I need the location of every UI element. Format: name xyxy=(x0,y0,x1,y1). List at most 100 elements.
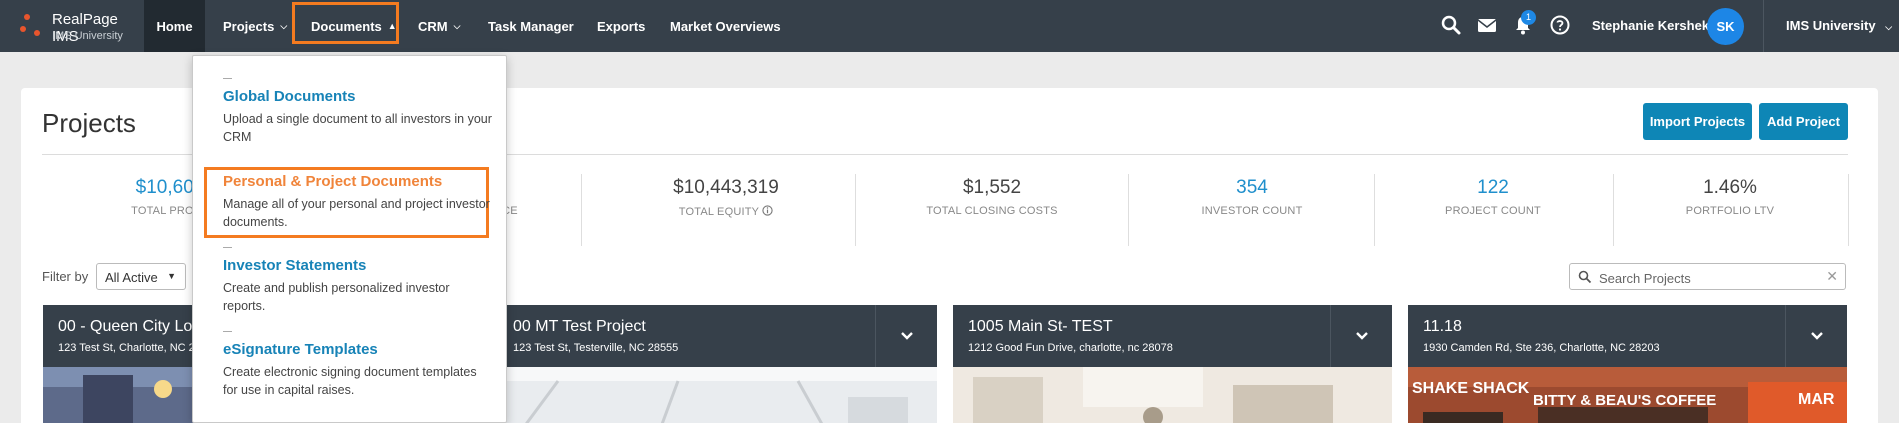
expand-button[interactable] xyxy=(875,305,937,367)
stat-divider xyxy=(1613,174,1614,246)
filter-value: All Active xyxy=(105,270,158,285)
nav-market-overviews[interactable]: Market Overviews xyxy=(670,0,781,52)
stat-value: $1,552 xyxy=(962,177,1022,198)
project-image[interactable] xyxy=(498,367,937,423)
stat-label: PROJECT COUNT xyxy=(1445,205,1541,217)
nav-crm-label: CRM xyxy=(418,18,448,34)
nav-projects[interactable]: Projects ⌵ xyxy=(223,0,287,52)
project-address: 123 Test St, Testerville, NC 28555 xyxy=(513,342,679,354)
stat-label-text: TOTAL EQUITY xyxy=(678,206,759,218)
stat-value: 354 xyxy=(1236,177,1268,198)
chevron-down-icon xyxy=(1810,332,1823,340)
search-icon[interactable] xyxy=(1440,14,1462,36)
chevron-down-icon xyxy=(1355,332,1368,340)
info-icon[interactable] xyxy=(762,205,773,216)
documents-highlight-box xyxy=(292,2,399,44)
page-title: Projects xyxy=(42,108,136,138)
menu-item-title: Personal & Project Documents xyxy=(223,173,443,190)
mail-icon[interactable] xyxy=(1476,14,1498,36)
stat-project-count: 122 PROJECT COUNT xyxy=(1393,174,1593,236)
project-address: 123 Test St, Charlotte, NC 2 xyxy=(58,342,195,354)
project-image[interactable]: SHAKE SHACK BITTY & BEAU'S COFFEE MAR xyxy=(1408,367,1847,423)
menu-separator xyxy=(223,247,232,248)
add-project-button[interactable]: Add Project xyxy=(1759,103,1848,140)
project-name[interactable]: 00 MT Test Project xyxy=(513,318,646,336)
brand-logo[interactable]: RealPage IMS IMS University xyxy=(0,0,144,52)
store-sign: MAR xyxy=(1798,391,1835,408)
brand-subtitle: IMS University xyxy=(52,30,123,42)
project-name[interactable]: 00 - Queen City Lo xyxy=(58,318,192,336)
search-projects-field[interactable]: Search Projects ✕ xyxy=(1569,263,1846,290)
menu-item-esignature-templates[interactable]: eSignature Templates Create electronic s… xyxy=(223,341,493,399)
project-card[interactable]: 11.18 1930 Camden Rd, Ste 236, Charlotte… xyxy=(1408,305,1847,423)
menu-item-title: Global Documents xyxy=(223,88,356,105)
menu-separator xyxy=(223,78,232,79)
menu-item-title: Investor Statements xyxy=(223,257,367,274)
store-sign: BITTY & BEAU'S COFFEE xyxy=(1533,392,1716,409)
project-address: 1212 Good Fun Drive, charlotte, nc 28078 xyxy=(968,342,1173,354)
chevron-down-icon: ⌵ xyxy=(453,20,461,31)
nav-projects-label: Projects xyxy=(223,18,275,34)
chevron-down-icon: ⌵ xyxy=(1885,22,1893,32)
org-switcher[interactable]: IMS University ⌵ xyxy=(1786,18,1892,33)
filter-select[interactable]: All Active ▼ xyxy=(96,263,186,290)
chevron-down-icon: ⌵ xyxy=(280,20,288,31)
stat-label: TOTAL EQUITY xyxy=(626,205,826,218)
project-image[interactable] xyxy=(953,367,1392,423)
stat-divider xyxy=(581,174,582,246)
stat-portfolio-ltv: 1.46% PORTFOLIO LTV xyxy=(1630,174,1830,236)
menu-item-desc: Create and publish personalized investor… xyxy=(223,281,450,313)
expand-button[interactable] xyxy=(1330,305,1392,367)
store-sign: SHAKE SHACK xyxy=(1412,380,1530,397)
project-card[interactable]: 1005 Main St- TEST 1212 Good Fun Drive, … xyxy=(953,305,1392,423)
menu-item-desc: Manage all of your personal and project … xyxy=(223,197,490,229)
clear-icon[interactable]: ✕ xyxy=(1826,268,1838,285)
chevron-down-icon xyxy=(900,332,913,340)
stat-investor-count: 354 INVESTOR COUNT xyxy=(1152,174,1352,236)
menu-item-desc: Upload a single document to all investor… xyxy=(223,112,492,144)
stat-total-closing-costs: $1,552 TOTAL CLOSING COSTS xyxy=(892,174,1092,236)
nav-exports[interactable]: Exports xyxy=(597,0,645,52)
project-card-header: 00 MT Test Project 123 Test St, Testervi… xyxy=(498,305,937,367)
menu-separator xyxy=(223,331,232,332)
stat-label: TOTAL CLOSING COSTS xyxy=(926,205,1058,217)
project-name[interactable]: 11.18 xyxy=(1423,318,1462,336)
stat-divider xyxy=(1128,174,1129,246)
stat-divider xyxy=(1374,174,1375,246)
help-icon[interactable] xyxy=(1549,14,1571,36)
nav-divider xyxy=(1763,0,1764,52)
stat-label: PORTFOLIO LTV xyxy=(1685,205,1775,217)
project-card[interactable]: 00 MT Test Project 123 Test St, Testervi… xyxy=(498,305,937,423)
stat-value: 122 xyxy=(1477,177,1509,198)
menu-item-investor-statements[interactable]: Investor Statements Create and publish p… xyxy=(223,257,493,315)
project-card-header: 11.18 1930 Camden Rd, Ste 236, Charlotte… xyxy=(1408,305,1847,367)
menu-item-title: eSignature Templates xyxy=(223,341,378,358)
user-name[interactable]: Stephanie Kershek xyxy=(1592,18,1709,33)
expand-button[interactable] xyxy=(1785,305,1847,367)
search-placeholder: Search Projects xyxy=(1599,271,1691,286)
realpage-logo-icon xyxy=(20,14,48,38)
stat-label: INVESTOR COUNT xyxy=(1201,205,1303,217)
stat-value: $10,443,319 xyxy=(673,177,779,198)
project-card-header: 1005 Main St- TEST 1212 Good Fun Drive, … xyxy=(953,305,1392,367)
nav-crm[interactable]: CRM ⌵ xyxy=(418,0,460,52)
caret-down-icon: ▼ xyxy=(167,271,176,281)
stat-divider xyxy=(855,174,856,246)
top-navbar: RealPage IMS IMS University Home Project… xyxy=(0,0,1899,52)
menu-item-desc: Create electronic signing document templ… xyxy=(223,365,477,397)
notification-badge: 1 xyxy=(1521,10,1536,25)
org-label: IMS University xyxy=(1786,18,1876,33)
project-name[interactable]: 1005 Main St- TEST xyxy=(968,318,1113,336)
search-icon xyxy=(1578,270,1592,284)
stat-total-equity: $10,443,319 TOTAL EQUITY xyxy=(626,174,826,236)
menu-item-personal-project-documents[interactable]: Personal & Project Documents Manage all … xyxy=(223,173,493,231)
documents-dropdown-menu: Global Documents Upload a single documen… xyxy=(192,55,507,423)
nav-task-manager[interactable]: Task Manager xyxy=(488,0,574,52)
import-projects-button[interactable]: Import Projects xyxy=(1643,103,1752,140)
project-address: 1930 Camden Rd, Ste 236, Charlotte, NC 2… xyxy=(1423,342,1660,354)
stat-divider xyxy=(1848,174,1849,246)
stat-value: 1.46% xyxy=(1703,177,1757,198)
nav-home[interactable]: Home xyxy=(144,0,205,52)
avatar[interactable]: SK xyxy=(1707,8,1744,45)
menu-item-global-documents[interactable]: Global Documents Upload a single documen… xyxy=(223,88,493,146)
